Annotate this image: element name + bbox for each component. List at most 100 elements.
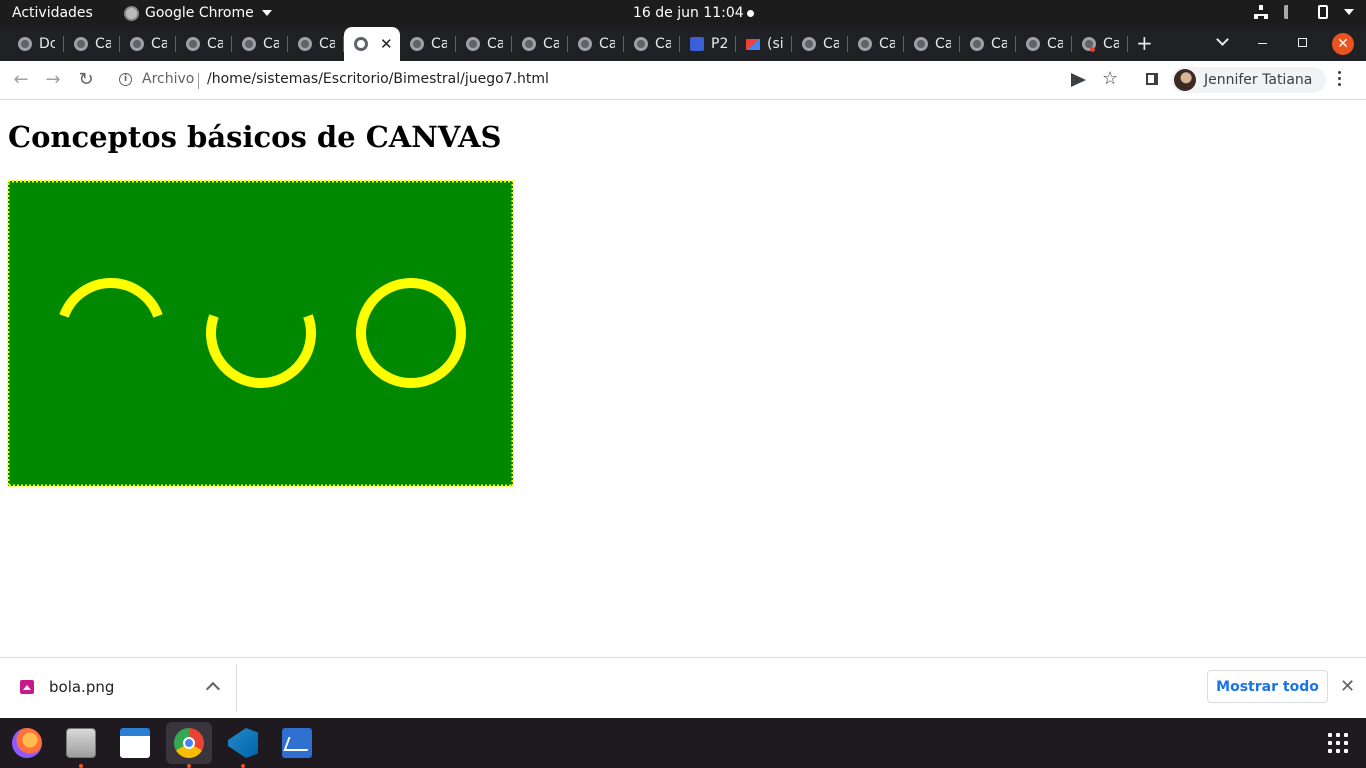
close-icon[interactable]: ✕ — [1340, 676, 1355, 697]
notification-dot-icon — [747, 10, 754, 17]
tab-label: P2 — [711, 36, 727, 52]
activities-button[interactable]: Actividades — [12, 5, 93, 21]
tab[interactable]: Ca — [512, 27, 568, 61]
close-window-button[interactable]: ✕ — [1332, 33, 1354, 55]
firefox-icon — [12, 728, 42, 758]
star-icon[interactable]: ☆ — [1102, 68, 1118, 89]
dock-vscode[interactable] — [220, 722, 266, 768]
app-menu[interactable]: Google Chrome — [124, 5, 272, 21]
globe-icon — [18, 37, 32, 51]
recording-dot-icon — [1090, 47, 1095, 52]
tab[interactable]: Dc — [8, 27, 64, 61]
tab[interactable]: Ca — [176, 27, 232, 61]
browser-toolbar: ← → ↻ i Archivo /home/sistemas/Escritori… — [0, 61, 1366, 100]
tab[interactable]: Ca — [400, 27, 456, 61]
more-menu-icon[interactable] — [1338, 71, 1342, 89]
tab-search-icon[interactable] — [1217, 35, 1229, 47]
show-all-button[interactable]: Mostrar todo — [1207, 670, 1328, 703]
page-content: Conceptos básicos de CANVAS — [0, 100, 1366, 657]
globe-icon — [242, 37, 256, 51]
origin-label: Archivo — [142, 71, 195, 87]
writer-icon — [120, 728, 150, 758]
minimize-button[interactable] — [1258, 43, 1267, 44]
battery-icon — [1318, 5, 1328, 19]
tab-label: Ca — [543, 36, 559, 52]
new-tab-button[interactable]: + — [1136, 31, 1153, 55]
page-title: Conceptos básicos de CANVAS — [8, 120, 502, 154]
tab-label: Ca — [207, 36, 223, 52]
tab[interactable]: ✕ — [344, 27, 400, 61]
dock-files[interactable] — [58, 722, 104, 768]
side-panel-icon[interactable] — [1146, 73, 1158, 85]
chrome-icon — [174, 728, 204, 758]
dock-chrome[interactable] — [166, 722, 212, 768]
tab-label: Ca — [823, 36, 839, 52]
globe-icon — [298, 37, 312, 51]
tab-strip: Dc Ca Ca Ca Ca Ca ✕ Ca Ca Ca Ca Ca P2 (si Ca Ca Ca Ca Ca Ca… — [0, 27, 1366, 61]
network-icon — [1254, 5, 1268, 19]
tab[interactable]: Ca — [1016, 27, 1072, 61]
url-text[interactable]: /home/sistemas/Escritorio/Bimestral/jueg… — [207, 71, 549, 87]
tab[interactable]: Ca — [232, 27, 288, 61]
tab-label: Ca — [319, 36, 335, 52]
tab[interactable]: P2 — [680, 27, 736, 61]
tab-label: (si — [767, 36, 783, 52]
back-button[interactable]: ← — [10, 69, 32, 91]
globe-icon — [970, 37, 984, 51]
globe-icon — [522, 37, 536, 51]
system-menu[interactable] — [1254, 5, 1354, 19]
tab[interactable]: Ca — [960, 27, 1016, 61]
reload-button[interactable]: ↻ — [75, 69, 97, 91]
tab[interactable]: (si — [736, 27, 792, 61]
tab-label: Ca — [599, 36, 615, 52]
forward-button[interactable]: → — [42, 69, 64, 91]
tab[interactable]: Ca — [904, 27, 960, 61]
globe-icon — [802, 37, 816, 51]
tab[interactable]: Ca — [288, 27, 344, 61]
globe-icon — [914, 37, 928, 51]
profile-name: Jennifer Tatiana — [1204, 72, 1313, 88]
tab[interactable]: Ca — [848, 27, 904, 61]
address-bar[interactable]: i Archivo /home/sistemas/Escritorio/Bime… — [108, 65, 1130, 95]
close-tab-icon[interactable]: ✕ — [380, 35, 393, 53]
app-name: Google Chrome — [145, 5, 254, 21]
clock[interactable]: 16 de jun 11:04 — [633, 5, 744, 21]
profile-button[interactable]: Jennifer Tatiana — [1171, 67, 1326, 93]
image-file-icon — [20, 680, 34, 694]
tab[interactable]: Ca — [120, 27, 176, 61]
tab[interactable]: Ca — [568, 27, 624, 61]
maximize-button[interactable] — [1298, 38, 1307, 47]
globe-icon — [1026, 37, 1040, 51]
globe-icon — [578, 37, 592, 51]
tab-label: Ca — [991, 36, 1007, 52]
vscode-icon — [228, 728, 258, 758]
globe-icon — [74, 37, 88, 51]
app-grid-icon[interactable] — [1328, 733, 1348, 753]
dock-firefox[interactable] — [4, 722, 50, 764]
download-bar: bola.png Mostrar todo ✕ — [0, 657, 1366, 719]
tab[interactable]: Ca — [792, 27, 848, 61]
tab-label: Ca — [1047, 36, 1063, 52]
tab-label: Ca — [1103, 36, 1119, 52]
tab[interactable]: Ca — [456, 27, 512, 61]
tab[interactable]: Ca — [64, 27, 120, 61]
tab[interactable]: Ca — [624, 27, 680, 61]
dock-writer[interactable] — [112, 722, 158, 764]
dock-system-monitor[interactable] — [274, 722, 320, 764]
globe-icon — [186, 37, 200, 51]
tab-label: Ca — [95, 36, 111, 52]
download-item[interactable]: bola.png — [4, 664, 237, 712]
tab-label: Ca — [151, 36, 167, 52]
chevron-up-icon[interactable] — [205, 681, 221, 697]
info-icon[interactable]: i — [119, 73, 132, 86]
caret-down-icon — [1344, 9, 1354, 15]
globe-icon — [354, 37, 368, 51]
gmail-icon — [746, 38, 760, 50]
send-icon[interactable] — [1071, 73, 1086, 87]
tab[interactable]: Ca — [1072, 27, 1128, 61]
globe-icon — [858, 37, 872, 51]
globe-icon — [634, 37, 648, 51]
tab-label: Ca — [487, 36, 503, 52]
chrome-icon — [124, 5, 139, 21]
tab-label: Ca — [935, 36, 951, 52]
